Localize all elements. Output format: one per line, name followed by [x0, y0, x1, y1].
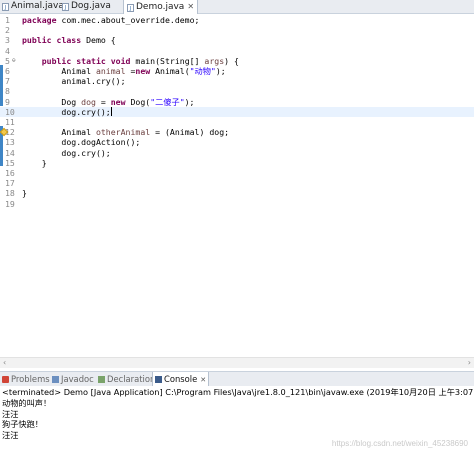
close-icon[interactable]: ✕	[187, 2, 194, 11]
tab-console[interactable]: Console ✕	[152, 372, 210, 387]
code-line[interactable]: 6 Animal animal =new Animal("动物");	[0, 66, 474, 76]
watermark: https://blog.csdn.net/weixin_45238690	[331, 439, 468, 448]
tab-problems[interactable]: Problems	[2, 372, 50, 386]
line-number: 14	[5, 147, 15, 158]
line-number: 4	[5, 45, 10, 56]
line-number: 3	[5, 35, 10, 46]
console-line: 汪汪	[2, 408, 19, 419]
code-line[interactable]: 4	[0, 46, 474, 56]
line-number: 13	[5, 137, 15, 148]
problems-icon	[2, 376, 9, 383]
console-icon	[155, 376, 162, 383]
console-line: 动物的叫声！	[2, 398, 52, 408]
code-line[interactable]: 1 package com.mec.about_override.demo;	[0, 15, 474, 25]
line-number: 6	[5, 66, 10, 76]
code-line[interactable]: 15 }	[0, 158, 474, 168]
java-file-icon: J	[127, 4, 134, 12]
code-text: dog.cry();	[22, 147, 111, 158]
code-text: Animal animal =new Animal("动物");	[22, 66, 226, 76]
code-text: }	[22, 157, 47, 168]
line-number: 16	[5, 168, 15, 178]
editor-tab-bar: J Animal.java J Dog.java J Demo.java ✕	[0, 0, 474, 14]
line-number: 18	[5, 188, 15, 199]
code-line[interactable]: 11	[0, 117, 474, 127]
console-line: 狗子快跑！	[2, 419, 43, 429]
code-line[interactable]: 14 dog.cry();	[0, 148, 474, 158]
line-number: 9	[5, 96, 10, 107]
scroll-left-icon[interactable]: ‹	[3, 358, 6, 368]
code-line[interactable]: 17	[0, 178, 474, 188]
console-output[interactable]: <terminated> Demo [Java Application] C:\…	[0, 386, 474, 452]
tab-demo-java[interactable]: J Demo.java ✕	[123, 0, 199, 14]
code-line[interactable]: 10 dog.cry();	[0, 106, 474, 117]
java-file-icon: J	[62, 3, 69, 11]
code-text: package com.mec.about_override.demo;	[22, 15, 200, 25]
line-number: 15	[5, 157, 15, 168]
code-text: Animal otherAnimal = (Animal) dog;	[22, 127, 230, 138]
code-text: }	[22, 188, 27, 199]
code-line[interactable]: 2	[0, 25, 474, 35]
horizontal-scrollbar[interactable]: ‹ ›	[0, 357, 474, 368]
tab-dog-java[interactable]: J Dog.java	[62, 0, 111, 13]
line-number: 11	[5, 117, 15, 127]
code-text: Dog dog = new Dog("二傻子");	[22, 96, 195, 107]
bottom-view-tabs: Problems Javadoc Declaration Console ✕	[0, 371, 474, 387]
javadoc-icon	[52, 376, 59, 383]
line-number: 8	[5, 86, 10, 97]
code-text: public static void main(String[] args) {	[41, 55, 239, 66]
line-number: 10	[5, 106, 15, 117]
tab-javadoc[interactable]: Javadoc	[52, 372, 94, 386]
code-line[interactable]: 7 animal.cry();	[0, 76, 474, 86]
line-number: 1	[5, 15, 10, 25]
code-editor[interactable]: 1 package com.mec.about_override.demo; 2 3 p…	[0, 14, 474, 370]
code-line[interactable]: 12 Animal otherAnimal = (Animal) dog;	[0, 127, 474, 137]
code-line[interactable]: 8	[0, 86, 474, 96]
console-header: <terminated> Demo [Java Application] C:\…	[2, 387, 474, 397]
code-line[interactable]: 18}	[0, 188, 474, 198]
tab-declaration[interactable]: Declaration	[98, 372, 155, 386]
code-line[interactable]: 13 dog.dogAction();	[0, 137, 474, 147]
java-file-icon: J	[2, 3, 9, 11]
console-line: 汪汪	[2, 429, 19, 440]
fold-icon[interactable]: ⊖	[12, 56, 16, 66]
code-text: animal.cry();	[22, 76, 126, 87]
scroll-right-icon[interactable]: ›	[468, 358, 471, 368]
code-text: dog.dogAction();	[22, 137, 141, 148]
line-number: 7	[5, 76, 10, 87]
code-line[interactable]: 3 public class Demo {	[0, 35, 474, 45]
code-text: dog.cry();	[22, 106, 112, 117]
tab-animal-java[interactable]: J Animal.java	[2, 0, 64, 13]
declaration-icon	[98, 376, 105, 383]
text-caret	[110, 106, 112, 116]
close-icon[interactable]: ✕	[200, 376, 206, 384]
line-number: 2	[5, 25, 10, 36]
code-line[interactable]: 19	[0, 199, 474, 209]
line-number: 19	[5, 198, 15, 209]
line-number: 17	[5, 178, 15, 189]
code-text: public class Demo {	[22, 35, 116, 46]
code-line[interactable]: 16	[0, 168, 474, 178]
code-line[interactable]: 9 Dog dog = new Dog("二傻子");	[0, 97, 474, 107]
code-line[interactable]: 5 ⊖ public static void main(String[] args…	[0, 56, 474, 66]
